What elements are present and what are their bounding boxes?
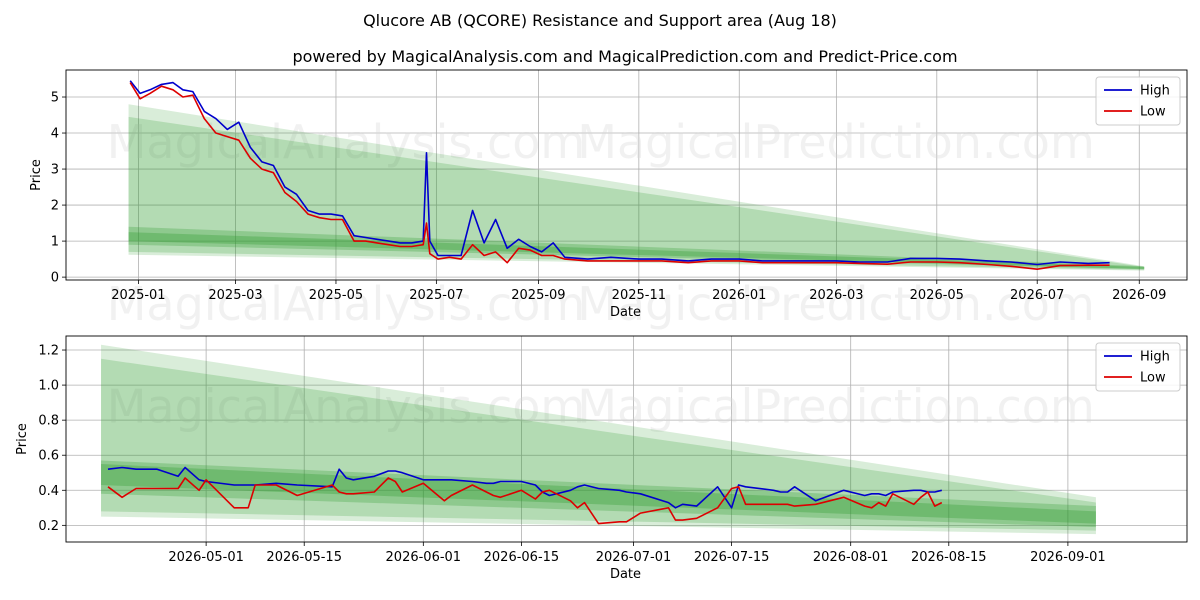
watermark-text: MagicalAnalysis.com [107,277,586,331]
legend-label-low: Low [1140,105,1166,120]
figure: Qlucore AB (QCORE) Resistance and Suppor… [15,11,1188,582]
y-tick-label: 0.4 [38,484,59,499]
x-tick-label: 2026-09 [1112,288,1166,303]
x-tick-label: 2026-09-01 [1030,550,1106,565]
x-tick-label: 2025-09 [511,288,565,303]
watermark-text: MagicalPrediction.com [577,380,1095,434]
x-tick-label: 2025-03 [208,288,262,303]
legend-label-high: High [1140,84,1170,99]
top-y-axis: 0 1 2 3 4 5 Price [29,91,66,286]
x-tick-label: 2026-07-01 [596,550,672,565]
x-tick-label: 2026-05-15 [266,550,342,565]
x-tick-label: 2025-05 [309,288,363,303]
watermark-text: MagicalPrediction.com [577,277,1095,331]
top-legend: High Low [1095,76,1181,126]
x-tick-label: 2025-01 [111,288,165,303]
x-tick-label: 2025-11 [612,288,666,303]
x-tick-label: 2025-07 [409,288,463,303]
x-tick-label: 2026-05 [910,288,964,303]
x-tick-label: 2026-07-15 [694,550,770,565]
bottom-chart-panel: MagicalAnalysis.comMagicalPrediction.com… [15,335,1188,582]
y-tick-label: 0.6 [38,449,59,464]
chart-subtitle: powered by MagicalAnalysis.com and Magic… [292,47,957,66]
x-tick-label: 2026-07 [1010,288,1064,303]
x-tick-label: 2026-08-15 [911,550,987,565]
x-axis-label: Date [610,567,641,582]
y-axis-label: Price [15,423,30,455]
x-axis-label: Date [610,305,641,320]
x-tick-label: 2026-03 [809,288,863,303]
x-tick-label: 2026-01 [712,288,766,303]
x-tick-label: 2026-06-15 [484,550,560,565]
y-tick-label: 5 [51,91,59,106]
y-tick-label: 0.2 [38,519,59,534]
y-tick-label: 1 [51,235,59,250]
x-tick-label: 2026-05-01 [168,550,244,565]
chart-title: Qlucore AB (QCORE) Resistance and Suppor… [363,11,837,30]
legend-label-high: High [1140,350,1170,365]
y-tick-label: 0.8 [38,414,59,429]
y-tick-label: 1.0 [38,379,59,394]
top-chart-panel: MagicalAnalysis.comMagicalPrediction.com… [29,69,1188,331]
bottom-legend: High Low [1095,342,1181,392]
y-tick-label: 0 [51,271,59,286]
bottom-y-axis: 0.2 0.4 0.6 0.8 1.0 1.2 Price [15,344,66,534]
bottom-x-axis: 2026-05-01 2026-05-15 2026-06-01 2026-06-15… [168,542,1106,582]
y-tick-label: 4 [51,127,59,142]
x-tick-label: 2026-06-01 [386,550,462,565]
y-tick-label: 2 [51,199,59,214]
legend-label-low: Low [1140,371,1166,386]
y-tick-label: 1.2 [38,344,59,359]
x-tick-label: 2026-08-01 [813,550,889,565]
y-tick-label: 3 [51,163,59,178]
y-axis-label: Price [29,159,44,191]
watermark-text: MagicalPrediction.com [577,115,1095,169]
